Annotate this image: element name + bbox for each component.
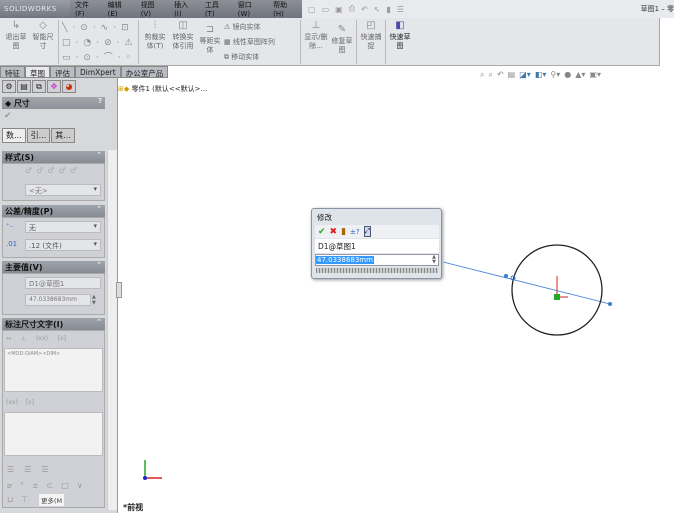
view-orientation-label: *前视 bbox=[123, 503, 144, 512]
modify-dialog: 修改 ✔ ✖ ▮ ±? ⤢ D1@草图1 47.0338683mm ▲ ▼ bbox=[311, 208, 442, 279]
thumbwheel[interactable] bbox=[316, 268, 438, 273]
arrow-point bbox=[608, 302, 612, 306]
dialog-title: 修改 bbox=[317, 213, 332, 222]
ok-check-icon[interactable]: ✔ bbox=[318, 227, 326, 237]
rebuild-icon[interactable]: ▮ bbox=[341, 227, 346, 237]
dialog-toolbar: ✔ ✖ ▮ ±? ⤢ bbox=[315, 225, 439, 238]
reset-spin-icon[interactable]: ±? bbox=[350, 228, 360, 236]
value-spinner[interactable]: ▲ ▼ bbox=[432, 255, 436, 265]
cancel-x-icon[interactable]: ✖ bbox=[330, 227, 338, 237]
triad-z-axis bbox=[143, 476, 147, 480]
dimension-line bbox=[442, 261, 611, 305]
dimension-value-input[interactable]: 47.0338683mm ▲ ▼ bbox=[315, 254, 439, 266]
mark-dimension-icon[interactable]: ⤢ bbox=[363, 226, 372, 237]
dimension-name: D1@草图1 bbox=[315, 239, 439, 253]
arrow-point bbox=[504, 274, 508, 278]
center-point bbox=[554, 294, 560, 300]
